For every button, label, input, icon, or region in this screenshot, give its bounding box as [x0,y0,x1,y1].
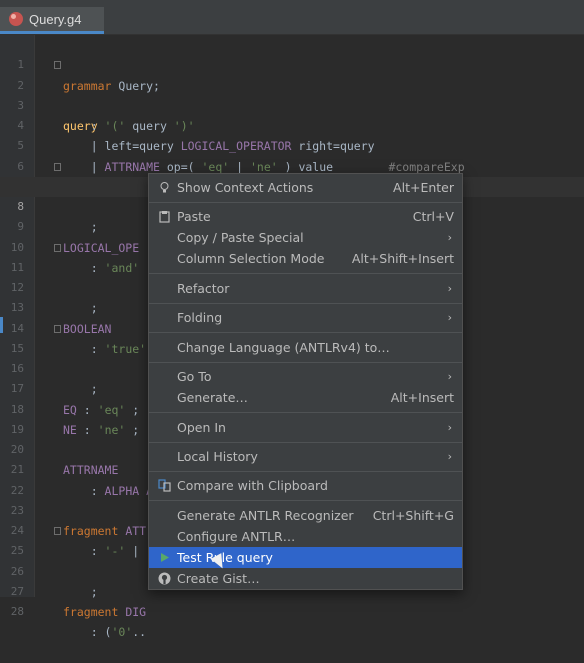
menu-item-configure-antlr[interactable]: Configure ANTLR… [149,526,462,547]
menu-item-label: Show Context Actions [177,180,314,195]
menu-separator [149,202,462,203]
menu-item-label: Create Gist… [177,571,260,586]
menu-item-label: Copy / Paste Special [177,230,304,245]
fold-icon[interactable] [54,527,61,535]
menu-item-generate[interactable]: Generate… Alt+Insert [149,387,462,408]
menu-item-local-history[interactable]: Local History › [149,446,462,467]
menu-item-label: Generate… [177,390,248,405]
menu-item-label: Refactor [177,281,230,296]
antlr-file-icon [9,12,23,26]
fold-icon[interactable] [54,324,61,333]
run-icon [161,553,169,562]
code-text: fragment DIG [63,605,147,619]
menu-item-column-selection-mode[interactable]: Column Selection Mode Alt+Shift+Insert [149,248,462,269]
menu-separator [149,362,462,363]
menu-separator [149,273,462,274]
fold-icon[interactable] [54,61,61,70]
menu-item-show-context-actions[interactable]: Show Context Actions Alt+Enter [149,177,462,198]
menu-item-go-to[interactable]: Go To › [149,366,462,387]
menu-item-copy-paste-special[interactable]: Copy / Paste Special › [149,227,462,248]
context-menu: Show Context Actions Alt+Enter Paste Ctr… [148,173,463,590]
menu-item-shortcut: Alt+Enter [393,180,454,195]
menu-item-shortcut: Alt+Shift+Insert [351,251,454,266]
submenu-arrow-icon: › [447,370,452,383]
tab-label: Query.g4 [29,11,82,27]
menu-item-generate-antlr-recognizer[interactable]: Generate ANTLR Recognizer Ctrl+Shift+G [149,505,462,526]
menu-item-label: Open In [177,420,226,435]
menu-separator [149,303,462,304]
menu-separator [149,442,462,443]
menu-item-shortcut: Alt+Insert [390,390,454,405]
submenu-arrow-icon: › [447,450,452,463]
menu-item-test-rule-query[interactable]: Test Rule query [149,547,462,568]
menu-separator [149,471,462,472]
code-line[interactable]: 6 [0,136,584,173]
tab-query-g4[interactable]: Query.g4 [0,7,104,34]
menu-item-label: Go To [177,369,212,384]
submenu-arrow-icon: › [447,421,452,434]
compare-icon [158,479,171,492]
menu-separator [149,412,462,413]
code-line[interactable]: 1 grammar Query; [0,35,584,92]
editor-tab-bar: Query.g4 [0,0,584,35]
submenu-arrow-icon: › [447,311,452,324]
menu-item-label: Change Language (ANTLRv4) to… [177,340,390,355]
code-line[interactable]: 5 | ATTRNAME op=( 'eq' | 'ne' ) value #c… [0,116,584,173]
fold-icon[interactable] [54,162,61,171]
menu-item-label: Paste [177,209,211,224]
code-line[interactable]: 3 : '(' query ')' [0,76,584,133]
github-icon [158,572,171,585]
submenu-arrow-icon: › [447,231,452,244]
menu-item-shortcut: Ctrl+Shift+G [372,508,454,523]
menu-item-create-gist[interactable]: Create Gist… [149,568,462,589]
menu-item-refactor[interactable]: Refactor › [149,278,462,299]
submenu-arrow-icon: › [447,282,452,295]
menu-item-open-in[interactable]: Open In › [149,417,462,438]
menu-item-folding[interactable]: Folding › [149,307,462,328]
code-text: : ('0'.. [63,625,147,640]
menu-item-label: Local History [177,449,258,464]
menu-item-compare-with-clipboard[interactable]: Compare with Clipboard [149,475,462,496]
menu-item-label: Column Selection Mode [177,251,325,266]
menu-item-label: Folding [177,310,223,325]
line-number: 28 [10,605,24,618]
menu-item-paste[interactable]: Paste Ctrl+V [149,206,462,227]
bulb-icon [160,182,169,193]
menu-item-label: Configure ANTLR… [177,529,296,544]
fold-icon[interactable] [54,243,61,252]
menu-separator [149,500,462,501]
code-line[interactable]: 4 | left=query LOGICAL_OPERATOR right=qu… [0,96,584,153]
menu-item-label: Compare with Clipboard [177,478,328,493]
menu-item-label: Generate ANTLR Recognizer [177,508,354,523]
menu-separator [149,332,462,333]
code-line[interactable]: 2 query [0,55,584,133]
clipboard-icon [159,211,170,223]
menu-item-shortcut: Ctrl+V [412,209,454,224]
menu-item-change-language[interactable]: Change Language (ANTLRv4) to… [149,337,462,358]
